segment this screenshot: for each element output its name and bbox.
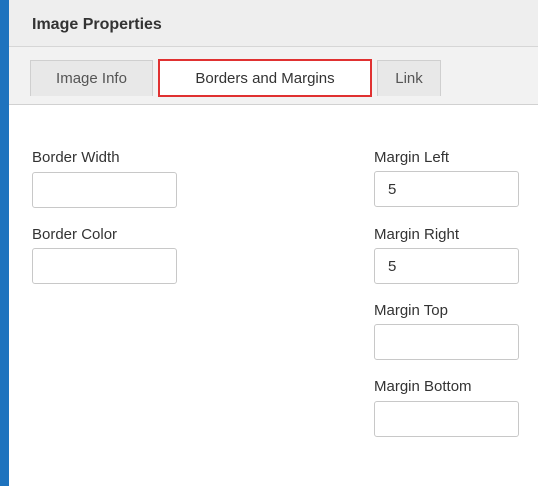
margin-left-label: Margin Left [374,149,450,166]
border-color-label: Border Color [32,226,118,243]
margin-bottom-label: Margin Bottom [374,378,472,395]
dialog-title-bar[interactable]: Image Properties [9,0,538,47]
tab-label: Image Info [56,70,127,87]
tab-image-info[interactable]: Image Info [30,60,153,96]
margin-top-input[interactable] [374,324,519,360]
margin-left-input[interactable] [374,171,519,207]
margin-bottom-input[interactable] [374,401,519,437]
image-properties-dialog: Image Properties Image Info Borders and … [9,0,538,486]
margin-right-input[interactable] [374,248,519,284]
tab-label: Borders and Margins [195,69,335,87]
border-color-input[interactable] [32,248,177,284]
tab-borders-and-margins[interactable]: Borders and Margins [158,59,372,97]
margin-top-label: Margin Top [374,302,448,319]
border-width-label: Border Width [32,149,120,166]
dialog-title: Image Properties [32,16,162,33]
margin-right-label: Margin Right [374,226,460,243]
window-edge [0,0,9,486]
tab-content-borders-and-margins: Border Width Border Color Margin Left Ma… [9,105,538,486]
tab-label: Link [395,70,423,87]
page-frame: Image Properties Image Info Borders and … [0,0,538,486]
border-width-input[interactable] [32,172,177,208]
tab-link[interactable]: Link [377,60,441,96]
tab-strip: Image Info Borders and Margins Link [9,47,538,105]
